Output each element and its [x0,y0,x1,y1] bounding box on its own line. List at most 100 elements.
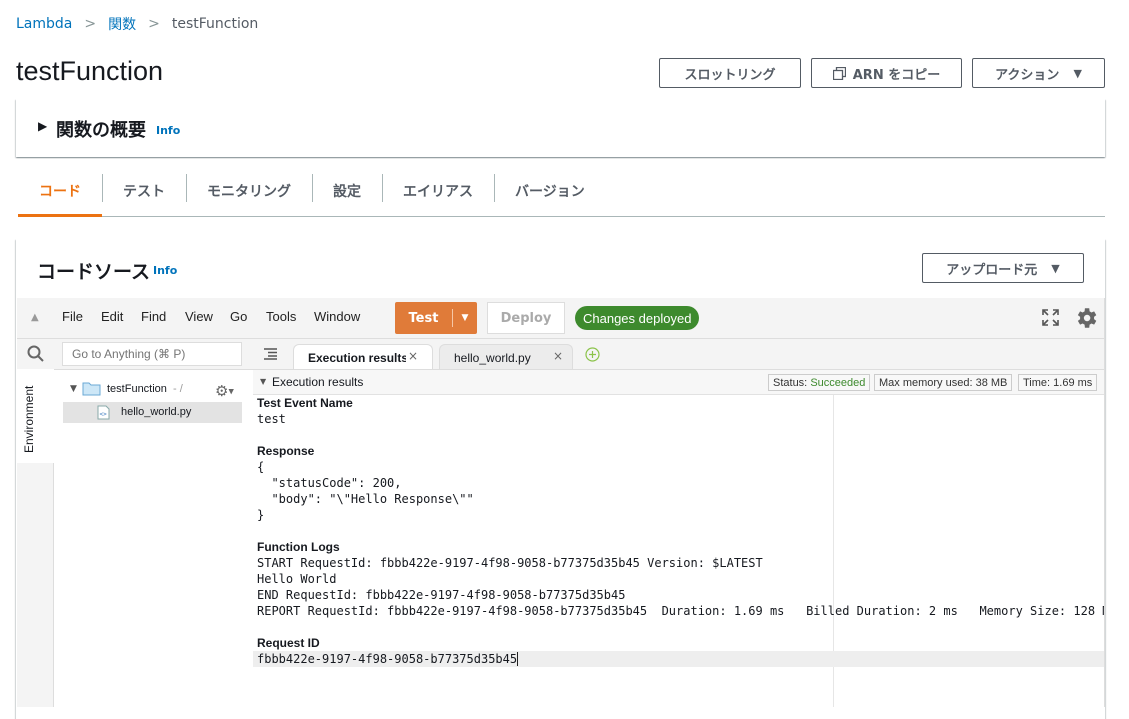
svg-text:<>: <> [100,411,108,418]
chevron-right-icon: > [148,16,160,32]
overview-info-link[interactable]: Info [156,124,180,137]
tab-hello-world[interactable]: hello_world.py × [439,344,573,369]
tab-code[interactable]: コード [18,166,102,217]
actions-label: アクション [995,67,1060,83]
expand-triangle-icon[interactable]: ▶ [38,119,47,133]
tab-monitoring[interactable]: モニタリング [186,166,312,216]
collapse-triangle-icon[interactable]: ▼ [260,377,266,386]
function-overview-panel: ▶ 関数の概要 Info [16,99,1105,157]
text-cursor [517,652,518,666]
tab-monitoring-label: モニタリング [207,184,291,200]
tab-test-label: テスト [123,184,165,200]
menu-window[interactable]: Window [314,309,360,324]
page-title: testFunction [16,56,164,86]
caret-down-icon: ▼ [1051,261,1060,275]
code-source-info-link[interactable]: Info [153,264,177,277]
event-name-value: test [257,412,286,426]
upload-from-label: アップロード元 [946,262,1038,278]
function-tabs: コード テスト モニタリング 設定 エイリアス バージョン [18,166,1105,217]
response-line: "body": "\"Hello Response\"" [257,492,474,506]
upload-from-button[interactable]: アップロード元 ▼ [922,253,1084,283]
status-chip-value: Succeeded [810,376,866,389]
ide-sidebar: Environment ▼ testFunction - / ⚙▼ <> hel… [17,339,254,707]
tree-folder-row[interactable]: testFunction - / [107,383,183,395]
tab-hello-world-label: hello_world.py [454,351,531,365]
tree-file-name: hello_world.py [121,406,192,418]
status-chip: Status: Succeeded [768,374,871,391]
fullscreen-icon[interactable] [1042,309,1059,330]
add-tab-icon[interactable] [585,347,600,366]
log-line: Hello World [257,572,337,586]
code-source-title: コードソース [37,261,151,283]
breadcrumb-functions-link[interactable]: 関数 [108,14,136,34]
time-chip: Time: 1.69 ms [1018,374,1098,391]
menu-find[interactable]: Find [141,309,166,324]
results-header-title: Execution results [272,375,364,389]
response-line: { [257,460,265,474]
environment-tab[interactable]: Environment [17,369,54,463]
throttle-button[interactable]: スロットリング [659,58,801,88]
breadcrumb: Lambda > 関数 > testFunction [16,14,258,34]
menu-tools[interactable]: Tools [266,309,296,324]
log-line: REPORT RequestId: fbbb422e-9197-4f98-905… [257,604,1104,618]
memory-chip-label: Max memory used: [879,376,973,389]
side-tab-strip: Environment [17,369,54,707]
throttle-button-label: スロットリング [684,67,776,83]
request-id-label: Request ID [257,636,320,650]
tab-aliases[interactable]: エイリアス [382,166,494,216]
chevron-right-icon: > [84,16,97,32]
deploy-button[interactable]: Deploy [487,302,565,334]
tab-code-label: コード [39,184,81,200]
tab-settings-label: 設定 [333,184,361,200]
response-line: } [257,508,265,522]
copy-arn-label: ARN をコピー [852,67,941,83]
log-line: END RequestId: fbbb422e-9197-4f98-9058-b… [257,588,626,602]
request-id-value[interactable]: fbbb422e-9197-4f98-9058-b77375d35b45 [257,651,517,667]
tab-test[interactable]: テスト [102,166,186,216]
copy-arn-button[interactable]: ARN をコピー [811,58,962,88]
tab-settings[interactable]: 設定 [312,166,382,216]
tab-aliases-label: エイリアス [403,184,473,200]
actions-dropdown-button[interactable]: アクション ▼ [972,58,1105,88]
goto-anything-input[interactable] [62,342,242,366]
ide-toolbar: ▲ File Edit Find View Go Tools Window Te… [17,298,1104,339]
test-button[interactable]: Test [395,311,452,326]
memory-chip-value: 38 MB [975,376,1008,389]
menu-edit[interactable]: Edit [101,309,123,324]
search-icon [27,345,44,366]
caret-down-icon: ▼ [1073,66,1082,80]
gear-icon[interactable] [1073,305,1099,335]
response-line: "statusCode": 200, [257,476,402,490]
test-split-button: Test ▼ [395,302,477,334]
tree-gear-icon[interactable]: ⚙▼ [215,382,234,400]
tree-folder-name: testFunction [107,383,167,395]
tab-versions-label: バージョン [515,184,585,200]
tab-versions[interactable]: バージョン [494,166,606,216]
status-chip-label: Status: [773,376,808,389]
menu-file[interactable]: File [62,309,83,324]
tree-folder-path: - / [172,383,183,395]
time-chip-label: Time: [1023,376,1051,389]
close-icon[interactable]: × [408,349,418,363]
tree-expand-icon[interactable]: ▼ [70,384,77,394]
response-label: Response [257,444,315,458]
test-dropdown-caret-icon[interactable]: ▼ [453,313,477,323]
breadcrumb-current: testFunction [171,16,259,32]
tab-list-icon[interactable] [264,348,277,364]
overview-title[interactable]: 関数の概要 [56,116,146,142]
breadcrumb-lambda-link[interactable]: Lambda [16,16,72,32]
menu-view[interactable]: View [185,309,213,324]
copy-icon [832,66,846,81]
menu-go[interactable]: Go [230,309,247,324]
python-file-icon: <> [97,405,110,424]
tree-file-row[interactable]: <> hello_world.py [63,402,242,423]
close-icon[interactable]: × [553,349,563,363]
function-logs-label: Function Logs [257,540,340,554]
event-name-label: Test Event Name [257,396,353,410]
status-badge: Changes deployed [575,306,700,330]
memory-chip: Max memory used: 38 MB [874,374,1013,391]
time-chip-value: 1.69 ms [1053,376,1093,389]
collapse-up-icon[interactable]: ▲ [31,312,39,323]
editor-tab-bar: Execution results × hello_world.py × [253,339,1104,370]
tab-execution-results[interactable]: Execution results × [293,344,433,369]
